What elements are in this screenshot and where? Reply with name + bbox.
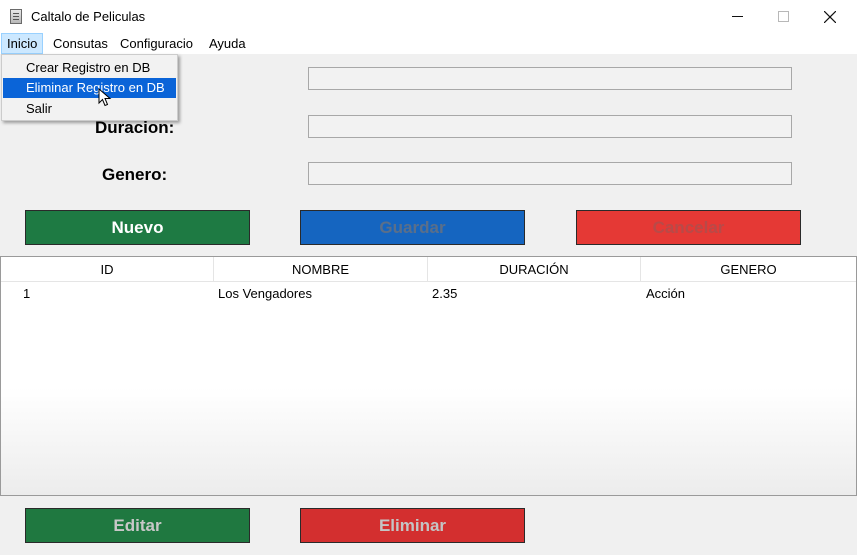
maximize-button[interactable] (760, 0, 806, 33)
minimize-button[interactable] (714, 0, 760, 33)
column-header-genero[interactable]: GENERO (641, 257, 856, 282)
menu-inicio[interactable]: Inicio (1, 33, 44, 54)
menu-bar: Inicio Consutas Configuracio Ayuda (0, 33, 857, 54)
footer-panel: Editar Eliminar (0, 496, 857, 555)
menu-item-salir[interactable]: Salir (3, 99, 176, 119)
cell-duracion[interactable]: 2.35 (432, 286, 457, 301)
menu-ayuda[interactable]: Ayuda (204, 33, 251, 54)
close-icon (824, 10, 836, 23)
column-header-duracion[interactable]: DURACIÓN (428, 257, 641, 282)
cell-id[interactable]: 1 (23, 286, 30, 301)
title-bar: Caltalo de Peliculas (0, 0, 857, 33)
maximize-icon (777, 11, 789, 22)
cell-genero[interactable]: Acción (646, 286, 685, 301)
mouse-cursor-icon (98, 88, 112, 107)
menu-consultas[interactable]: Consutas (48, 33, 113, 54)
eliminar-button[interactable]: Eliminar (300, 508, 525, 543)
cell-nombre[interactable]: Los Vengadores (218, 286, 312, 301)
genero-label: Genero: (102, 165, 168, 184)
duracion-label: Duracion: (95, 118, 175, 137)
column-header-id[interactable]: ID (1, 257, 214, 282)
duracion-field[interactable] (308, 115, 792, 138)
cancelar-button[interactable]: Cancelar (576, 210, 801, 245)
editar-button[interactable]: Editar (25, 508, 250, 543)
menu-configuracion[interactable]: Configuracio (115, 33, 198, 54)
window-title: Caltalo de Peliculas (31, 9, 146, 24)
movies-table[interactable]: ID NOMBRE DURACIÓN GENERO 1 Los Vengador… (0, 256, 857, 496)
menu-item-crear-registro[interactable]: Crear Registro en DB (3, 58, 176, 78)
column-header-nombre[interactable]: NOMBRE (214, 257, 428, 282)
genero-field[interactable] (308, 162, 792, 185)
minimize-icon (731, 16, 743, 17)
guardar-button[interactable]: Guardar (300, 210, 525, 245)
close-button[interactable] (807, 0, 853, 33)
menu-item-eliminar-registro[interactable]: Eliminar Registro en DB (3, 78, 176, 98)
notebook-icon (10, 9, 22, 24)
inicio-dropdown-menu: Crear Registro en DB Eliminar Registro e… (1, 54, 178, 121)
nuevo-button[interactable]: Nuevo (25, 210, 250, 245)
nombre-field[interactable] (308, 67, 792, 90)
